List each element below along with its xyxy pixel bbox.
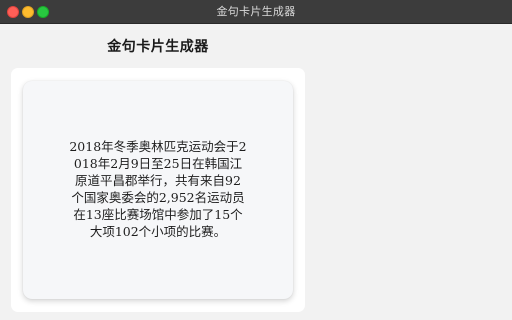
title-bar[interactable]: 金句卡片生成器 (0, 0, 512, 24)
card-preview-panel: 2018年冬季奥林匹克运动会于2018年2月9日至25日在韩国江原道平昌郡举行，… (11, 68, 305, 312)
quote-text: 2018年冬季奥林匹克运动会于2018年2月9日至25日在韩国江原道平昌郡举行，… (69, 139, 247, 239)
quote-card: 2018年冬季奥林匹克运动会于2018年2月9日至25日在韩国江原道平昌郡举行，… (23, 81, 293, 299)
app-window: 金句卡片生成器 金句卡片生成器 2018年冬季奥林匹克运动会于2018年2月9日… (0, 0, 512, 320)
window-title: 金句卡片生成器 (216, 5, 296, 18)
page-title: 金句卡片生成器 (107, 39, 209, 55)
